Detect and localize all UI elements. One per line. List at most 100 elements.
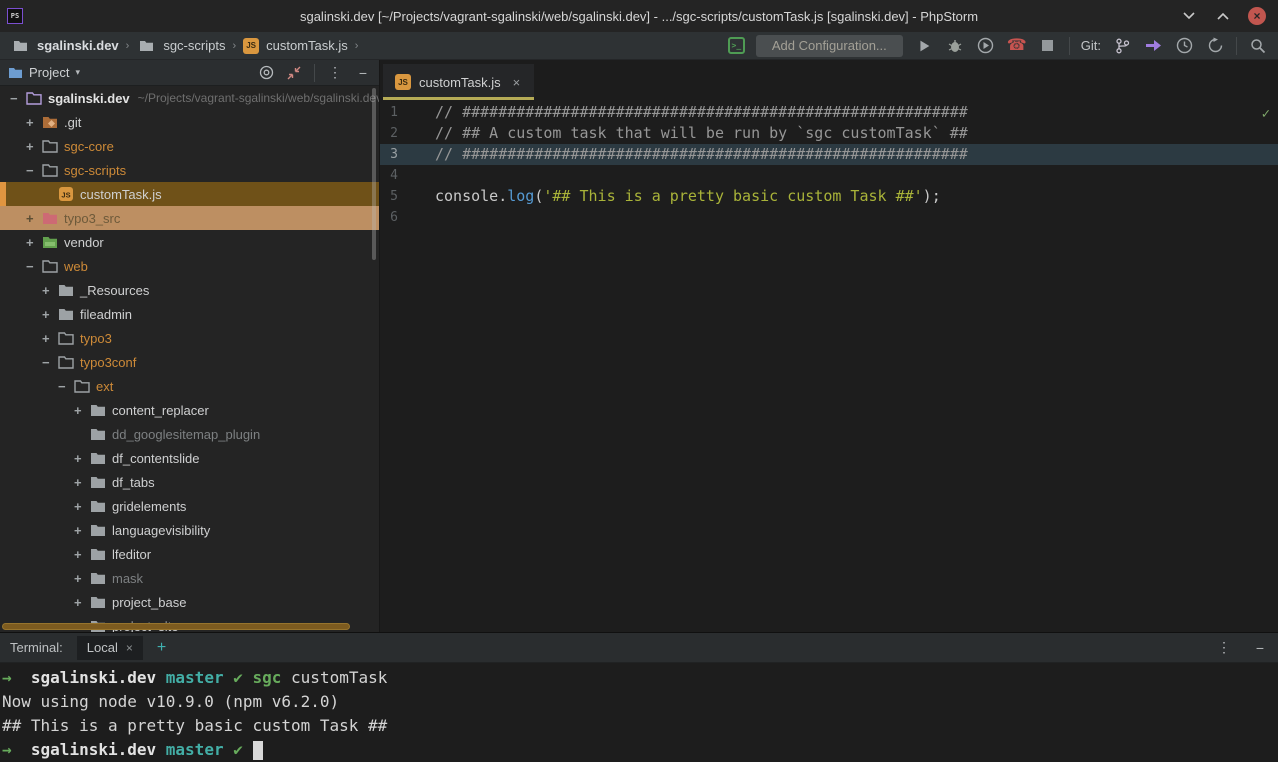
project-panel-title[interactable]: Project <box>29 65 69 80</box>
chevron-right-icon: › <box>232 40 236 52</box>
tree-item-languagevisibility[interactable]: +languagevisibility <box>0 518 379 542</box>
tree-item-df_tabs[interactable]: +df_tabs <box>0 470 379 494</box>
tree-expander-icon[interactable]: + <box>74 499 89 514</box>
options-kebab-icon[interactable]: ⋮ <box>327 65 343 81</box>
tree-expander-icon[interactable]: + <box>42 307 57 322</box>
tree-expander-icon[interactable]: − <box>58 379 73 394</box>
excluded-folder-icon <box>41 210 58 227</box>
close-icon[interactable]: × <box>1248 7 1266 25</box>
tree-item-sgalinski.dev[interactable]: −sgalinski.dev~/Projects/vagrant-sgalins… <box>0 86 379 110</box>
tree-expander-icon[interactable]: + <box>26 139 41 154</box>
tree-expander-icon[interactable]: + <box>42 283 57 298</box>
tab-label: customTask.js <box>419 75 501 90</box>
git-branch-icon[interactable] <box>1112 36 1132 56</box>
search-icon[interactable] <box>1248 36 1268 56</box>
terminal-tab-local[interactable]: Local × <box>77 636 143 660</box>
tree-vertical-scrollbar[interactable] <box>372 88 376 260</box>
tree-expander-icon[interactable]: + <box>42 331 57 346</box>
hide-panel-icon[interactable]: − <box>355 65 371 81</box>
terminal-line-3: ## This is a pretty basic custom Task ## <box>2 714 1276 738</box>
breadcrumb-item-file[interactable]: customTask.js <box>266 38 348 53</box>
code-line-2[interactable]: 2// ## A custom task that will be run by… <box>380 123 1278 144</box>
debug-icon[interactable] <box>945 36 965 56</box>
code-line-5[interactable]: 5console.log('## This is a pretty basic … <box>380 186 1278 207</box>
tree-expander-icon[interactable]: + <box>74 475 89 490</box>
tree-expander-icon[interactable]: − <box>26 163 41 178</box>
tree-item-lfeditor[interactable]: +lfeditor <box>0 542 379 566</box>
tree-expander-icon[interactable]: + <box>26 235 41 250</box>
terminal-output[interactable]: → sgalinski.dev master ✔ sgc customTaskN… <box>0 663 1278 760</box>
git-push-icon[interactable] <box>1143 36 1163 56</box>
tree-item-mask[interactable]: +mask <box>0 566 379 590</box>
tree-item-ext[interactable]: −ext <box>0 374 379 398</box>
tree-expander-icon[interactable]: + <box>74 523 89 538</box>
tree-expander-icon[interactable]: + <box>74 451 89 466</box>
tree-expander-icon[interactable]: + <box>74 547 89 562</box>
collapse-all-icon[interactable] <box>286 65 302 81</box>
terminal-tab-close-icon[interactable]: × <box>126 641 133 655</box>
tree-item-typo3_src[interactable]: +typo3_src <box>0 206 379 230</box>
tree-item-.git[interactable]: +.git <box>0 110 379 134</box>
tree-item-vendor[interactable]: +vendor <box>0 230 379 254</box>
tree-expander-icon[interactable]: + <box>26 115 41 130</box>
tree-expander-icon[interactable]: + <box>74 571 89 586</box>
code-line-6[interactable]: 6 <box>380 207 1278 228</box>
phpstorm-logo-icon: PS <box>7 8 23 24</box>
terminal-options-kebab-icon[interactable]: ⋮ <box>1216 640 1232 656</box>
run-with-coverage-icon[interactable] <box>976 36 996 56</box>
tree-item-web[interactable]: −web <box>0 254 379 278</box>
title-bar: PS sgalinski.dev [~/Projects/vagrant-sga… <box>0 0 1278 32</box>
tree-expander-icon[interactable]: + <box>74 595 89 610</box>
window-title: sgalinski.dev [~/Projects/vagrant-sgalin… <box>300 9 978 24</box>
code-line-1[interactable]: 1// ####################################… <box>380 102 1278 123</box>
filled-folder-icon <box>57 306 74 323</box>
tree-item-sgc-scripts[interactable]: −sgc-scripts <box>0 158 379 182</box>
tree-item-project_base[interactable]: +project_base <box>0 590 379 614</box>
maximize-icon[interactable] <box>1214 7 1232 25</box>
tree-item-typo3[interactable]: + typo3 <box>0 326 379 350</box>
tree-item-dd_googlesitemap_plugin[interactable]: dd_googlesitemap_plugin <box>0 422 379 446</box>
update-project-icon[interactable] <box>1174 36 1194 56</box>
tree-item-label: typo3 <box>80 331 112 346</box>
code-text: console.log('## This is a pretty basic c… <box>435 186 941 207</box>
tree-expander-icon[interactable]: − <box>26 259 41 274</box>
debug-listener-phone-icon[interactable]: ☎ <box>1007 36 1027 56</box>
terminal-run-icon[interactable]: >_ <box>728 37 745 54</box>
filled-folder-icon <box>89 498 106 515</box>
git-label: Git: <box>1081 38 1101 53</box>
tree-item-gridelements[interactable]: +gridelements <box>0 494 379 518</box>
tree-expander-icon[interactable]: − <box>10 91 25 106</box>
terminal-hide-icon[interactable]: − <box>1252 640 1268 656</box>
tree-item-df_contentslide[interactable]: +df_contentslide <box>0 446 379 470</box>
tree-expander-icon[interactable]: − <box>42 355 57 370</box>
add-configuration-button[interactable]: Add Configuration... <box>756 35 903 57</box>
code-line-3[interactable]: 3// ####################################… <box>380 144 1278 165</box>
line-number: 3 <box>380 144 398 165</box>
tree-item-fileadmin[interactable]: +fileadmin <box>0 302 379 326</box>
outline-folder-icon <box>73 378 90 395</box>
code-line-4[interactable]: 4 <box>380 165 1278 186</box>
run-icon[interactable] <box>914 36 934 56</box>
tree-expander-icon[interactable]: + <box>74 403 89 418</box>
rollback-icon[interactable] <box>1205 36 1225 56</box>
tree-item-typo3conf[interactable]: −typo3conf <box>0 350 379 374</box>
new-terminal-session-icon[interactable]: + <box>157 639 166 657</box>
tree-item-sgc-core[interactable]: +sgc-core <box>0 134 379 158</box>
stop-icon[interactable] <box>1038 36 1058 56</box>
folder-icon <box>136 36 156 56</box>
locate-file-icon[interactable] <box>258 65 274 81</box>
filled-folder-icon <box>89 426 106 443</box>
chevron-down-icon[interactable]: ▾ <box>75 67 80 78</box>
breadcrumb-item-project[interactable]: sgalinski.dev <box>37 38 119 53</box>
tree-expander-icon[interactable]: + <box>26 211 41 226</box>
tree-item-_Resources[interactable]: +_Resources <box>0 278 379 302</box>
code-editor[interactable]: ✓ 1// ##################################… <box>380 100 1278 632</box>
tree-item-content_replacer[interactable]: +content_replacer <box>0 398 379 422</box>
tab-close-icon[interactable]: × <box>513 75 521 90</box>
tree-item-customTask.js[interactable]: JScustomTask.js <box>0 182 379 206</box>
breadcrumb-item-folder[interactable]: sgc-scripts <box>163 38 225 53</box>
tree-horizontal-scrollbar[interactable] <box>2 623 350 630</box>
tree-item-label: customTask.js <box>80 187 162 202</box>
minimize-icon[interactable] <box>1180 7 1198 25</box>
tab-customtask-js[interactable]: JS customTask.js × <box>383 64 534 100</box>
